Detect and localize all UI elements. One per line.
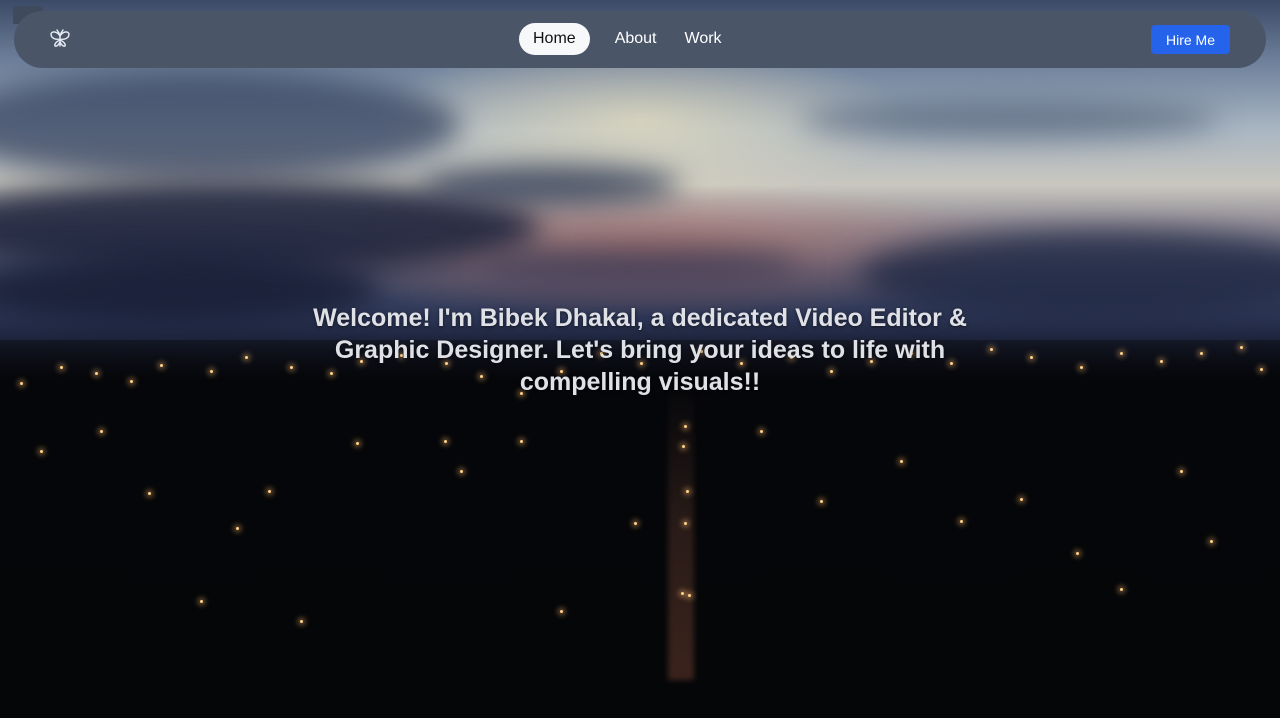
city-light (990, 348, 993, 351)
city-light (520, 440, 523, 443)
city-light (1076, 552, 1079, 555)
nav-link-work[interactable]: Work (671, 23, 736, 55)
city-light (100, 430, 103, 433)
city-light (634, 522, 637, 525)
city-light (20, 382, 23, 385)
city-light (356, 442, 359, 445)
city-light (1030, 356, 1033, 359)
city-light (900, 460, 903, 463)
city-light (290, 366, 293, 369)
city-light (1120, 588, 1123, 591)
nav-link-about[interactable]: About (601, 23, 671, 55)
city-light (268, 490, 271, 493)
hire-me-button[interactable]: Hire Me (1151, 25, 1230, 54)
city-light (210, 370, 213, 373)
city-light (820, 500, 823, 503)
city-light (1260, 368, 1263, 371)
city-light (960, 520, 963, 523)
city-light (1120, 352, 1123, 355)
city-light (686, 490, 689, 493)
city-light (1200, 352, 1203, 355)
city-light (60, 366, 63, 369)
city-light (460, 470, 463, 473)
city-light (1080, 366, 1083, 369)
city-light (681, 592, 684, 595)
city-light (40, 450, 43, 453)
city-light (682, 445, 685, 448)
city-light (160, 364, 163, 367)
city-light (236, 527, 239, 530)
city-light (684, 425, 687, 428)
city-light (200, 600, 203, 603)
city-light (1210, 540, 1213, 543)
city-light (1240, 346, 1243, 349)
city-light (684, 522, 687, 525)
city-light (130, 380, 133, 383)
background-cloud (800, 100, 1220, 140)
city-light (1020, 498, 1023, 501)
city-light (148, 492, 151, 495)
background-cloud (480, 245, 800, 285)
navbar: Home About Work Hire Me (14, 11, 1266, 68)
city-light (444, 440, 447, 443)
hero-section: Home About Work Hire Me Welcome! I'm Bib… (0, 0, 1280, 718)
city-light (560, 610, 563, 613)
background-cloud (420, 165, 680, 205)
nav-link-home[interactable]: Home (519, 23, 590, 55)
road-glow (668, 380, 694, 680)
butterfly-logo-icon[interactable] (49, 29, 71, 49)
city-light (300, 620, 303, 623)
city-light (760, 430, 763, 433)
city-light (1180, 470, 1183, 473)
nav-links: Home About Work (519, 23, 736, 55)
city-light (1160, 360, 1163, 363)
city-light (688, 594, 691, 597)
city-light (245, 356, 248, 359)
hero-headline: Welcome! I'm Bibek Dhakal, a dedicated V… (313, 304, 967, 396)
background-cloud (0, 70, 460, 180)
city-light (95, 372, 98, 375)
